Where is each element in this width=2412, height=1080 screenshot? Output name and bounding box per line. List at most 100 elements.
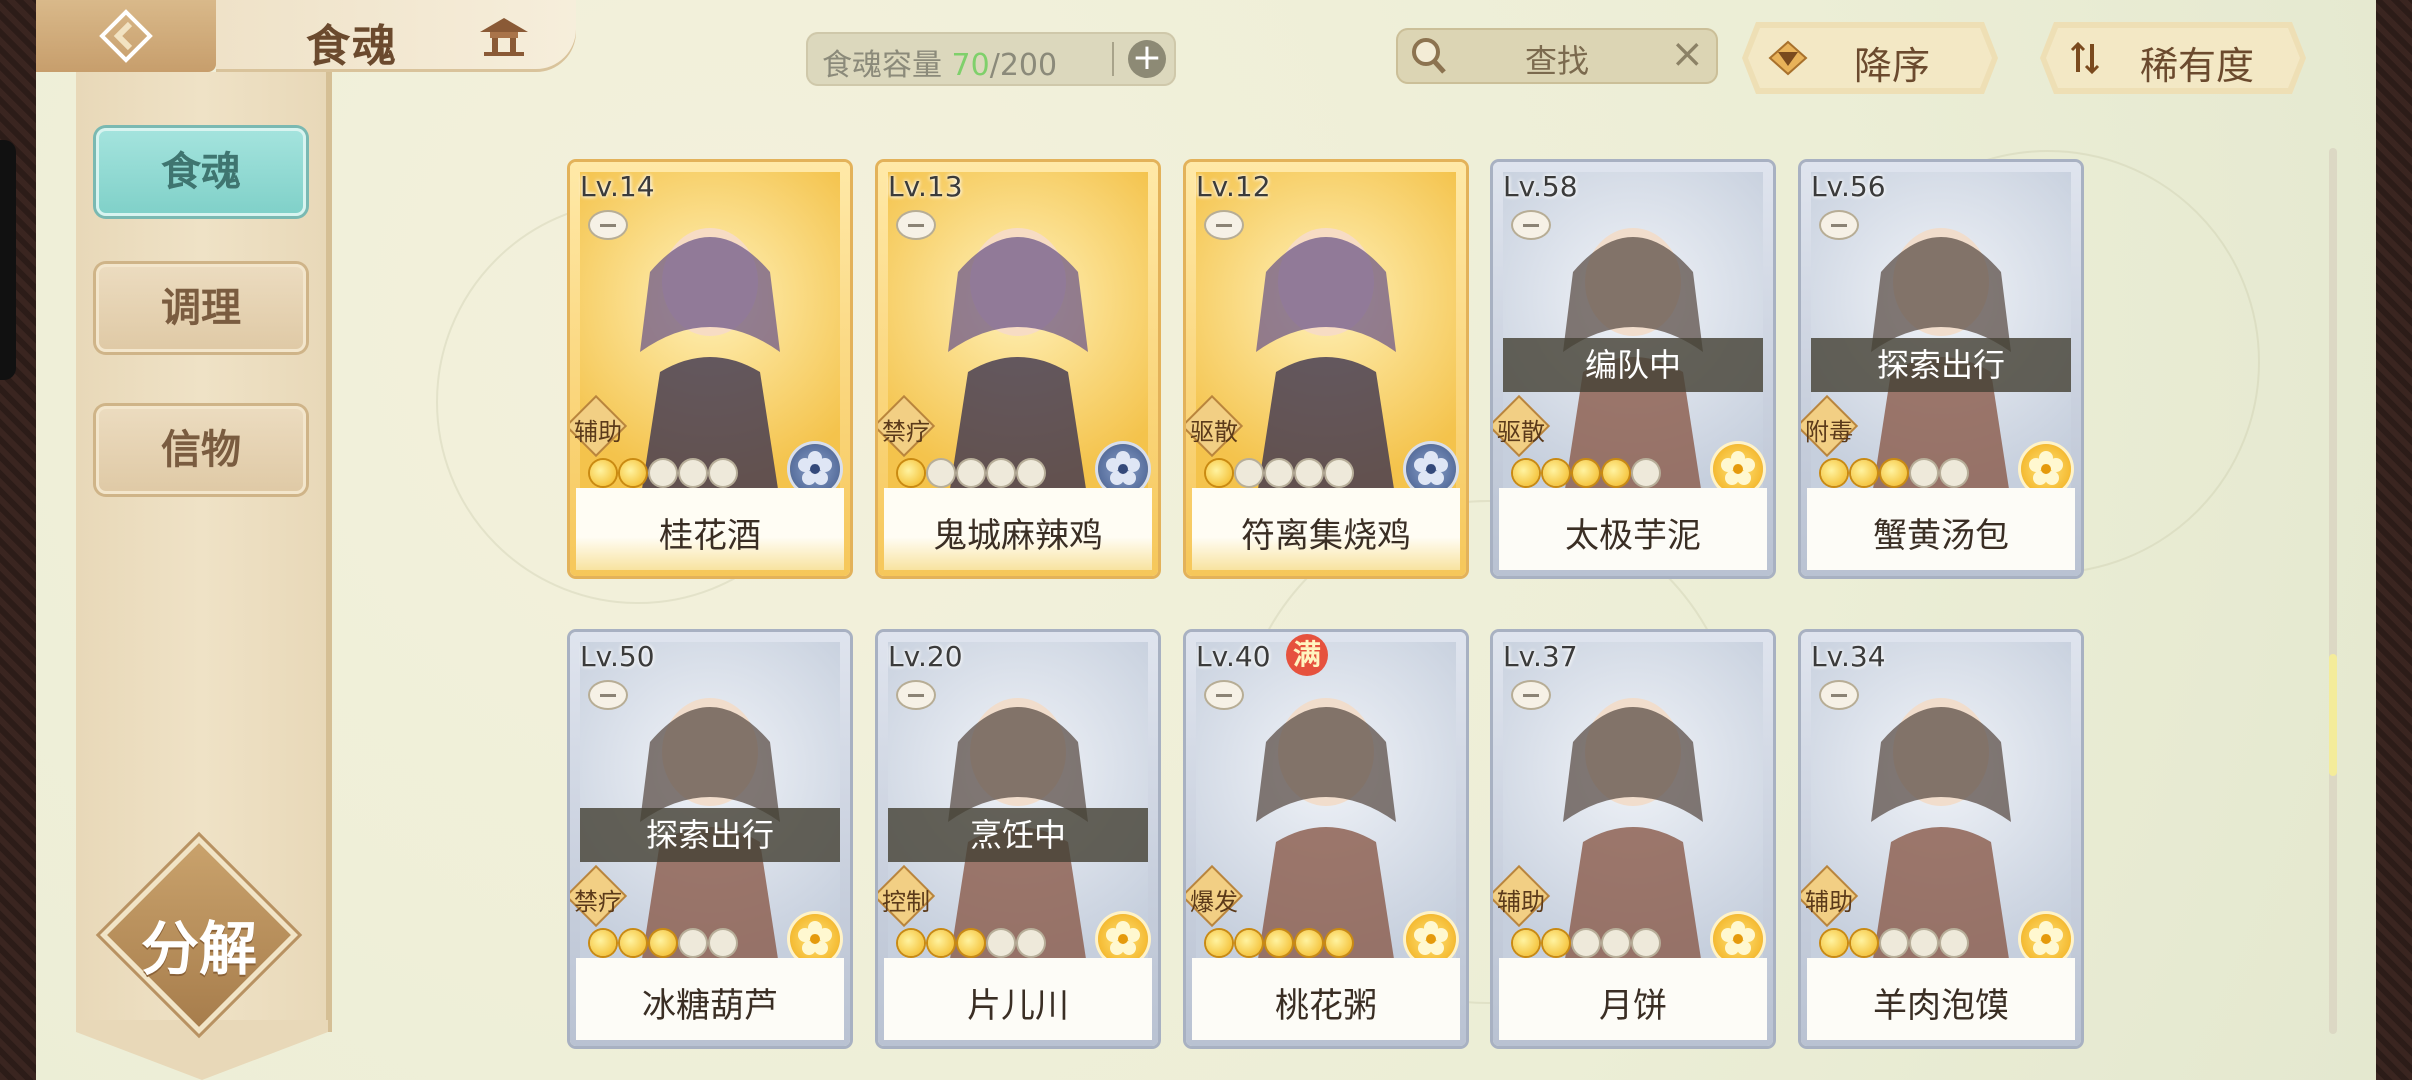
star-icon (1941, 930, 1967, 956)
level-label: Lv.34 (1811, 640, 1886, 673)
flower-icon (1721, 451, 1755, 485)
capacity-add-button[interactable]: + (1128, 40, 1166, 78)
triangle-down-icon (1768, 40, 1808, 76)
role-tag: 禁疗 (878, 397, 934, 456)
level-label: Lv.58 (1503, 170, 1578, 203)
flower-icon (1721, 921, 1755, 955)
rarity-emblem-icon (790, 914, 840, 964)
food-soul-card[interactable]: Lv.34 辅助 羊肉泡馍 (1801, 632, 2081, 1046)
food-soul-card[interactable]: Lv.12 驱散 符离集烧鸡 (1186, 162, 1466, 576)
food-soul-card[interactable]: Lv.14 辅助 桂花酒 (570, 162, 850, 576)
pavilion-icon[interactable] (476, 14, 532, 58)
role-label: 驱散 (1190, 418, 1238, 446)
flower-icon (1414, 921, 1448, 955)
sort-order-button[interactable]: 降序 (1742, 22, 1998, 94)
rarity-emblem-icon (1098, 914, 1148, 964)
star-icon (1633, 460, 1659, 486)
lock-badge-icon[interactable] (590, 212, 626, 238)
lock-badge-icon[interactable] (1821, 212, 1857, 238)
rarity-emblem-icon (1713, 914, 1763, 964)
decompose-label: 分解 (140, 915, 257, 983)
star-icon (1911, 930, 1937, 956)
capacity-label: 食魂容量 70/200 (822, 40, 1057, 84)
role-tag: 附毒 (1801, 397, 1857, 456)
sort-arrows-icon (2066, 40, 2106, 76)
food-soul-card[interactable]: Lv.50 探索出行 禁疗 冰糖葫芦 (570, 632, 850, 1046)
lock-badge-icon[interactable] (1513, 212, 1549, 238)
character-name: 桂花酒 (659, 516, 761, 556)
lock-badge-icon[interactable] (590, 682, 626, 708)
star-icon (1266, 930, 1292, 956)
star-icon (710, 930, 736, 956)
star-icon (590, 930, 616, 956)
rarity-emblem-icon (2021, 444, 2071, 494)
scrollbar-thumb[interactable] (2329, 654, 2337, 776)
capacity-total: /200 (989, 48, 1058, 83)
level-label: Lv.37 (1503, 640, 1578, 673)
role-label: 附毒 (1805, 418, 1853, 446)
lock-badge-icon[interactable] (1206, 682, 1242, 708)
level-label: Lv.50 (580, 640, 655, 673)
character-name: 鬼城麻辣鸡 (933, 516, 1103, 556)
back-button[interactable] (36, 0, 216, 72)
level-label: Lv.14 (580, 170, 655, 203)
star-rating (1206, 460, 1352, 490)
character-silhouette (1871, 698, 2011, 958)
role-tag: 爆发 (1186, 867, 1242, 926)
star-icon (1018, 930, 1044, 956)
role-tag: 驱散 (1493, 397, 1549, 456)
star-icon (1236, 930, 1262, 956)
star-icon (1881, 460, 1907, 486)
food-soul-card[interactable]: Lv.40 满爆发 桃花粥 (1186, 632, 1466, 1046)
star-icon (620, 460, 646, 486)
food-soul-card[interactable]: Lv.37 辅助 月饼 (1493, 632, 1773, 1046)
star-rating (1513, 460, 1659, 490)
tab-cooking[interactable]: 调理 (96, 264, 306, 352)
star-icon (1543, 930, 1569, 956)
sort-field-button[interactable]: 稀有度 (2040, 22, 2306, 94)
tab-tokens[interactable]: 信物 (96, 406, 306, 494)
lock-badge-icon[interactable] (1206, 212, 1242, 238)
role-tag: 禁疗 (570, 867, 626, 926)
character-silhouette (640, 228, 780, 488)
food-soul-card[interactable]: Lv.56 探索出行附毒蟹黄汤包 (1801, 162, 2081, 576)
star-rating (1821, 460, 1967, 490)
frame-right (2376, 0, 2412, 1080)
star-icon (1513, 930, 1539, 956)
main-area: 食魂 调理 信物 分解 食魂 食魂容量 70/200 + 查找 × 降序 稀有度… (36, 0, 2376, 1080)
lock-badge-icon[interactable] (898, 212, 934, 238)
status-banner: 编队中 (1503, 338, 1763, 392)
star-icon (1296, 460, 1322, 486)
star-rating (590, 930, 736, 960)
role-label: 控制 (882, 888, 930, 916)
flower-icon (1106, 451, 1140, 485)
character-name: 蟹黄汤包 (1873, 516, 2009, 556)
close-icon[interactable]: × (1670, 32, 1704, 76)
tab-food-souls[interactable]: 食魂 (96, 128, 306, 216)
star-icon (958, 460, 984, 486)
food-soul-card[interactable]: Lv.13 禁疗 鬼城麻辣鸡 (878, 162, 1158, 576)
level-label: Lv.40 (1196, 640, 1271, 673)
device-notch (0, 140, 16, 380)
lock-badge-icon[interactable] (1513, 682, 1549, 708)
search-input[interactable]: 查找 × (1396, 28, 1718, 84)
star-icon (1018, 460, 1044, 486)
status-banner: 探索出行 (1811, 338, 2071, 392)
decompose-button[interactable]: 分解 (107, 843, 291, 1027)
sidebar-tail (76, 1020, 328, 1080)
level-label: Lv.56 (1811, 170, 1886, 203)
star-rating (1206, 930, 1352, 960)
food-soul-card[interactable]: Lv.20 烹饪中 控制 片儿川 (878, 632, 1158, 1046)
lock-badge-icon[interactable] (1821, 682, 1857, 708)
rarity-emblem-icon (790, 444, 840, 494)
scrollbar-track[interactable] (2329, 148, 2337, 1034)
character-name: 月饼 (1599, 986, 1667, 1026)
star-rating (1821, 930, 1967, 960)
back-arrow-icon (99, 9, 153, 63)
star-icon (1603, 930, 1629, 956)
food-soul-card[interactable]: Lv.58 编队中 驱散 太极芋泥 (1493, 162, 1773, 576)
capacity-divider (1112, 42, 1114, 76)
lock-badge-icon[interactable] (898, 682, 934, 708)
flower-icon (2029, 921, 2063, 955)
sort-field-label: 稀有度 (2140, 44, 2255, 88)
